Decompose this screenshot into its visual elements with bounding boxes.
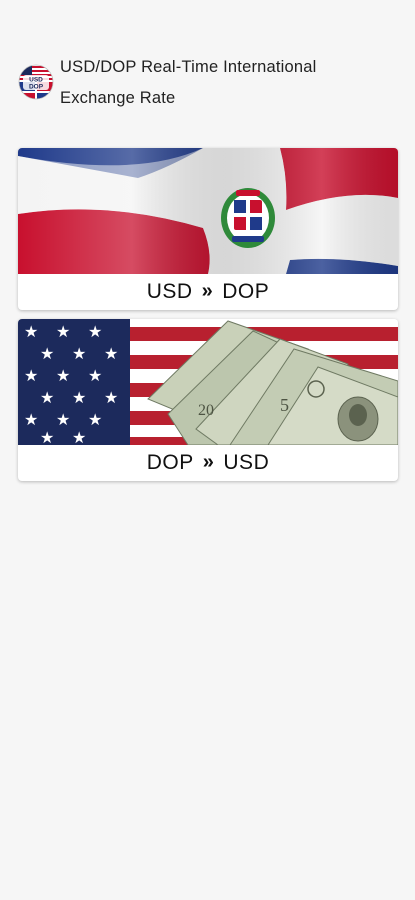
- dominican-flag-image: [18, 148, 398, 274]
- svg-text:★: ★: [40, 428, 54, 445]
- svg-text:★: ★: [72, 428, 86, 445]
- svg-text:★: ★: [56, 322, 70, 341]
- svg-text:★: ★: [88, 322, 102, 341]
- usd-dop-flags-logo-icon: USD DOP: [18, 64, 54, 100]
- svg-text:★: ★: [24, 366, 38, 385]
- svg-text:DOP: DOP: [29, 84, 44, 91]
- double-chevron-right-icon: »: [202, 451, 215, 473]
- from-currency: USD: [146, 280, 193, 303]
- us-flag-dollar-bills-image: ★ ★ ★ ★ ★ ★ ★ ★ ★ ★ ★ ★ ★ ★ ★ ★ ★ 5 20: [18, 319, 398, 445]
- svg-text:★: ★: [104, 388, 118, 407]
- svg-text:USD: USD: [29, 77, 43, 84]
- svg-text:★: ★: [88, 410, 102, 429]
- from-currency: DOP: [146, 451, 194, 474]
- app-screen: { "header": { "logo_icon": "usd-dop-flag…: [0, 0, 415, 900]
- usd-to-dop-card[interactable]: USD » DOP: [18, 148, 398, 310]
- dop-to-usd-label: DOP » USD: [18, 445, 398, 481]
- svg-text:★: ★: [88, 366, 102, 385]
- to-currency: DOP: [222, 280, 270, 303]
- app-header: USD DOP USD/DOP Real-Time International …: [18, 52, 398, 116]
- svg-text:★: ★: [24, 410, 38, 429]
- svg-text:★: ★: [104, 344, 118, 363]
- usd-to-dop-label: USD » DOP: [18, 274, 398, 310]
- page-title: USD/DOP Real-Time International Exchange…: [60, 58, 317, 107]
- svg-text:★: ★: [40, 388, 54, 407]
- svg-text:★: ★: [24, 322, 38, 341]
- svg-text:★: ★: [72, 388, 86, 407]
- svg-text:★: ★: [40, 344, 54, 363]
- svg-text:★: ★: [72, 344, 86, 363]
- svg-text:5: 5: [280, 395, 289, 415]
- dop-to-usd-card[interactable]: ★ ★ ★ ★ ★ ★ ★ ★ ★ ★ ★ ★ ★ ★ ★ ★ ★ 5 20 D…: [18, 319, 398, 481]
- to-currency: USD: [223, 451, 270, 474]
- svg-text:20: 20: [198, 402, 214, 419]
- svg-text:★: ★: [56, 410, 70, 429]
- svg-text:★: ★: [56, 366, 70, 385]
- double-chevron-right-icon: »: [201, 280, 214, 302]
